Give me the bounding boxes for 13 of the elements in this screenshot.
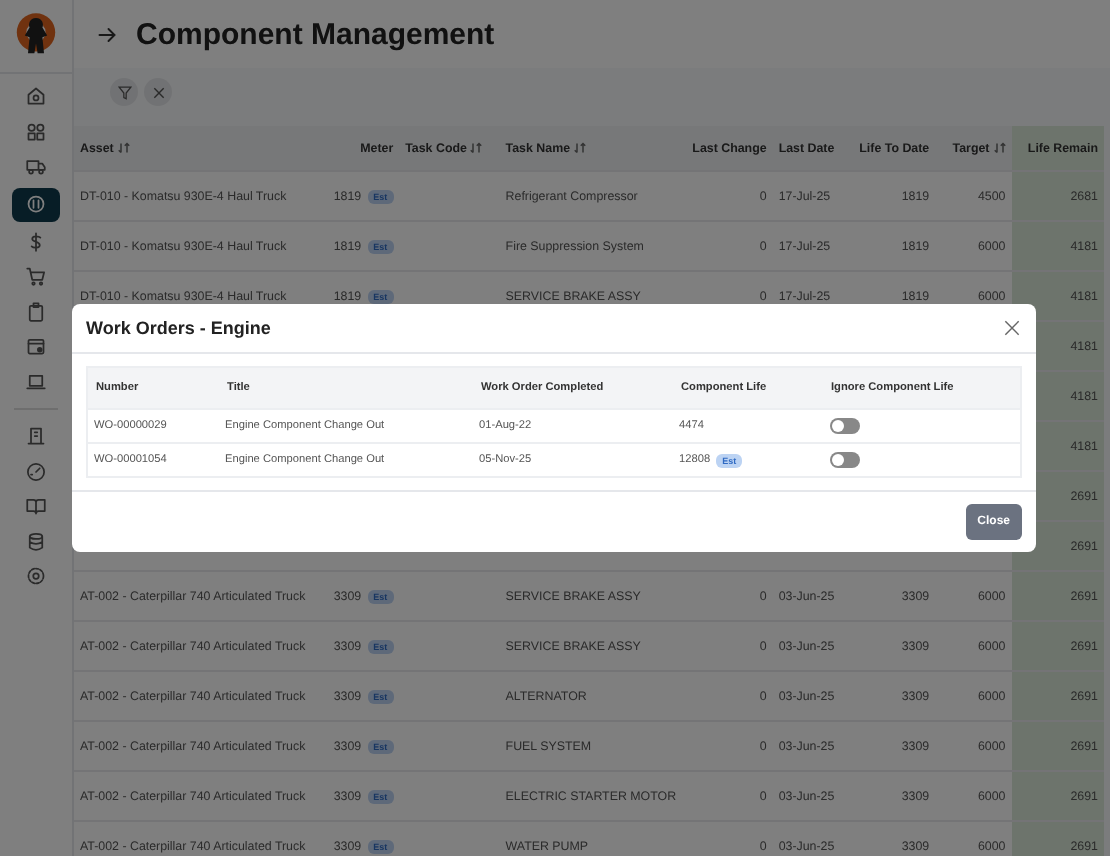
modal-title: Work Orders - Engine — [86, 318, 271, 338]
component-icon[interactable] — [12, 187, 60, 221]
sort-icon[interactable] — [117, 142, 130, 154]
close-icon[interactable] — [144, 78, 172, 106]
arrow-right-icon[interactable] — [98, 25, 116, 43]
sort-icon[interactable] — [993, 142, 1006, 154]
sort-icon[interactable] — [470, 142, 483, 154]
close-icon[interactable] — [1004, 320, 1020, 336]
filter-icon[interactable] — [110, 78, 138, 106]
toggle-switch[interactable] — [829, 418, 859, 434]
page-title: Component Management — [136, 17, 495, 51]
toggle-switch[interactable] — [829, 452, 859, 468]
sort-icon[interactable] — [574, 142, 587, 154]
